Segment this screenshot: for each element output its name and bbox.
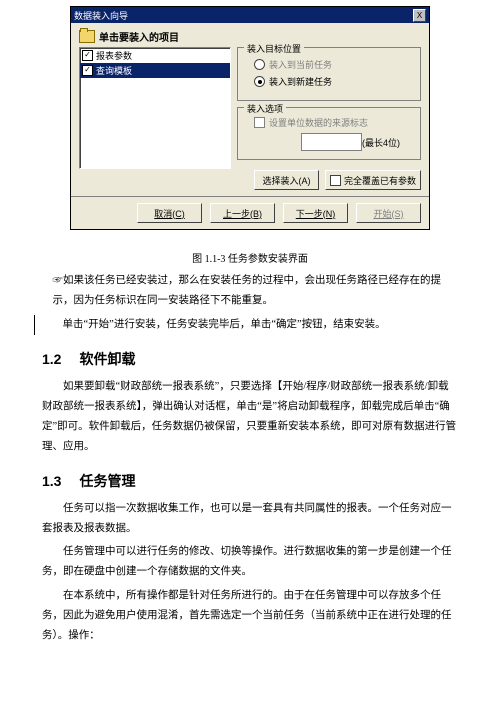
install-items-list[interactable]: ✓ 报表参数 ✓ 查询模板: [79, 47, 231, 169]
checkbox-icon: [330, 175, 341, 186]
close-icon[interactable]: X: [413, 9, 426, 22]
cancel-button[interactable]: 取消(C): [137, 203, 202, 223]
source-flag-input[interactable]: [301, 133, 362, 151]
document-body: 图 1.1-3 任务参数安装界面 ☞如果该任务已经安装过，那么在安装任务的过程中…: [0, 230, 500, 670]
overwrite-checkbox[interactable]: 完全覆盖已有参数: [325, 170, 421, 190]
install-wizard-dialog: 数据装入向导 X 单击要装入的项目 ✓ 报表参数 ✓ 查询模板 装入目标位置: [70, 6, 430, 230]
radio-icon: [254, 76, 265, 87]
select-install-button[interactable]: 选择装入(A): [254, 170, 319, 190]
paragraph: ☞如果该任务已经安装过，那么在安装任务的过程中，会出现任务路径已经存在的提示，因…: [42, 271, 458, 311]
heading-1-3: 1.3任务管理: [42, 471, 458, 491]
radio-new-task[interactable]: 装入到新建任务: [254, 75, 412, 88]
source-flag-checkbox[interactable]: 设置单位数据的来源标志: [254, 116, 412, 129]
group-title: 装入目标位置: [244, 42, 304, 55]
heading-1-2: 1.2软件卸载: [42, 349, 458, 369]
next-button[interactable]: 下一步(N): [283, 203, 348, 223]
back-button[interactable]: 上一步(B): [210, 203, 275, 223]
hint-text: (最长4位): [362, 136, 400, 149]
radio-icon: [254, 59, 265, 70]
checkbox-icon: [254, 117, 265, 128]
paragraph: 任务可以指一次数据收集工作，也可以是一套具有共同属性的报表。一个任务对应一套报表…: [42, 499, 458, 539]
figure-caption: 图 1.1-3 任务参数安装界面: [42, 250, 458, 265]
dialog-buttons: 取消(C) 上一步(B) 下一步(N) 开始(S): [71, 196, 429, 229]
paragraph: 单击“开始”进行安装，任务安装完毕后，单击“确定”按钮，结束安装。: [34, 315, 458, 335]
checkbox-icon[interactable]: ✓: [82, 65, 93, 76]
options-group: 装入选项 设置单位数据的来源标志 (最长4位): [237, 107, 421, 160]
dialog-title: 数据装入向导: [74, 9, 128, 22]
titlebar[interactable]: 数据装入向导 X: [71, 7, 429, 23]
group-title: 装入选项: [244, 102, 286, 115]
folder-icon: [79, 30, 95, 43]
radio-current-task[interactable]: 装入到当前任务: [254, 58, 412, 71]
target-group: 装入目标位置 装入到当前任务 装入到新建任务: [237, 47, 421, 101]
list-item[interactable]: ✓ 报表参数: [80, 48, 230, 63]
paragraph: 在本系统中，所有操作都是针对任务所进行的。由于在任务管理中可以存放多个任务，因此…: [42, 586, 458, 646]
start-button[interactable]: 开始(S): [356, 203, 421, 223]
paragraph: 任务管理中可以进行任务的修改、切换等操作。进行数据收集的第一步是创建一个任务，即…: [42, 542, 458, 582]
paragraph: 如果要卸载“财政部统一报表系统”，只要选择【开始/程序/财政部统一报表系统/卸载…: [42, 377, 458, 457]
checkbox-icon[interactable]: ✓: [82, 50, 93, 61]
list-item[interactable]: ✓ 查询模板: [80, 63, 230, 78]
